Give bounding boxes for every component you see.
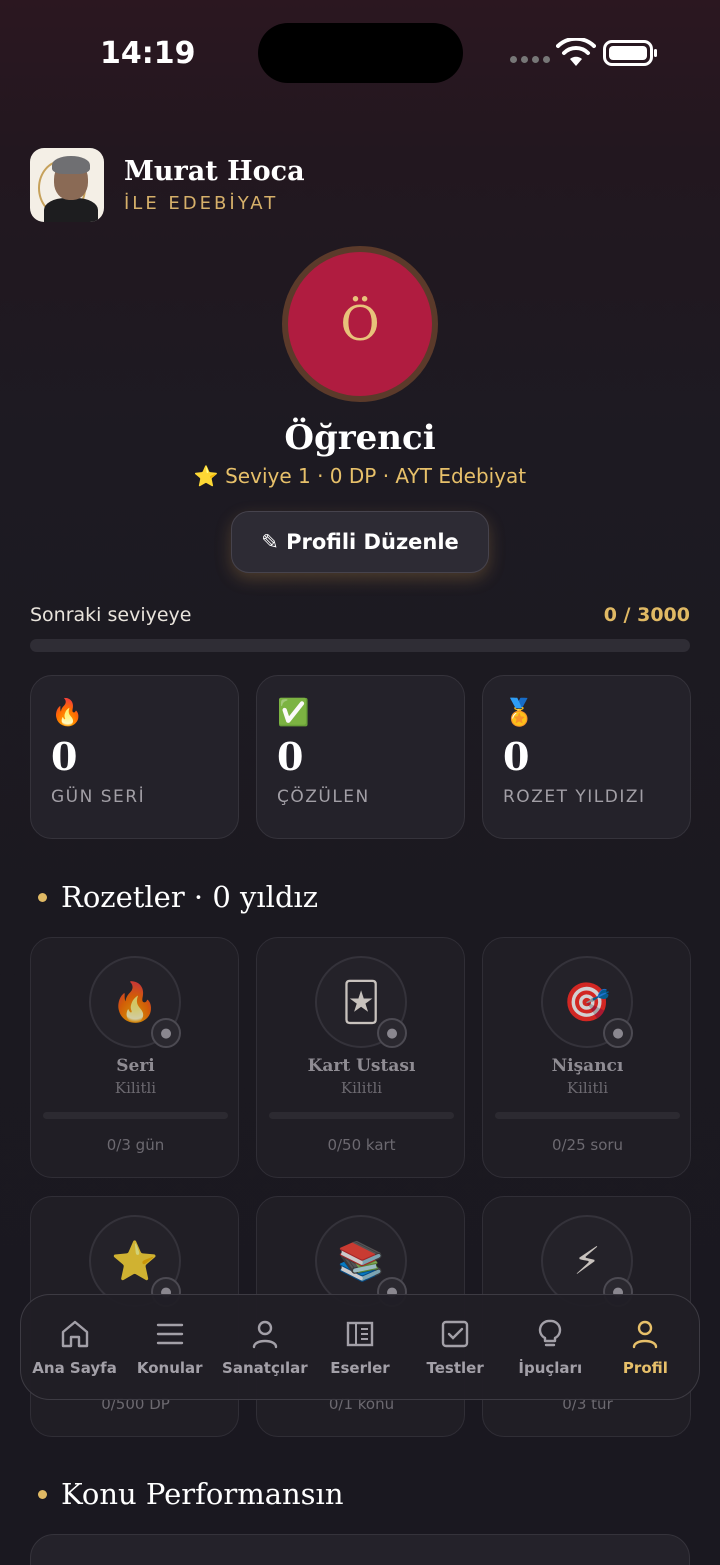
progress-value: 0 / 3000 — [603, 604, 690, 626]
checkbox-icon — [441, 1320, 469, 1348]
teacher-avatar — [30, 148, 104, 222]
badge-card[interactable]: 🃏 ● Kart Ustası Kilitli 0/50 kart — [256, 937, 465, 1178]
topic-performance-card[interactable] — [30, 1534, 690, 1565]
app-title: Murat Hoca — [124, 156, 305, 187]
badge-state: Kilitli — [114, 1079, 157, 1097]
status-bar: 14:19 — [0, 0, 720, 100]
home-icon — [61, 1320, 88, 1348]
profile-name: Öğrenci — [284, 418, 436, 458]
signal-icon — [510, 56, 550, 63]
badge-progress: 0/50 kart — [327, 1136, 396, 1154]
profile-icon — [633, 1320, 658, 1349]
book-icon — [346, 1321, 374, 1347]
stat-card-badge-stars: 🏅 0 ROZET YILDIZI — [482, 675, 691, 839]
stat-value: 0 — [51, 734, 78, 779]
lock-icon: ● — [151, 1018, 181, 1048]
badge-state: Kilitli — [340, 1079, 383, 1097]
bullet-dot — [38, 892, 47, 902]
wifi-icon — [556, 38, 596, 66]
nav-item-tests[interactable]: Testler — [408, 1317, 502, 1377]
nav-label: Eserler — [330, 1359, 390, 1377]
stat-card-streak: 🔥 0 GÜN SERİ — [30, 675, 239, 839]
badge-card[interactable]: 🔥 ● Seri Kilitli 0/3 gün — [30, 937, 239, 1178]
nav-label: Sanatçılar — [222, 1359, 308, 1377]
badge-progress-bar — [269, 1112, 454, 1119]
nav-label: Profil — [622, 1359, 668, 1377]
bottom-nav: Ana Sayfa Konular Sanatçılar Eserler Tes… — [20, 1294, 700, 1400]
stat-card-solved: ✅ 0 ÇÖZÜLEN — [256, 675, 465, 839]
performance-section-title: Konu Performansın — [38, 1477, 344, 1511]
badge-name: Seri — [116, 1056, 155, 1076]
nav-item-home[interactable]: Ana Sayfa — [28, 1317, 122, 1377]
nav-item-profile[interactable]: Profil — [598, 1317, 692, 1377]
progress-label: Sonraki seviyeye — [30, 604, 192, 626]
nav-label: Ana Sayfa — [32, 1359, 117, 1377]
medal-icon: 🏅 — [503, 698, 536, 728]
badge-progress-bar — [495, 1112, 680, 1119]
nav-label: Testler — [426, 1359, 484, 1377]
nav-item-topics[interactable]: Konular — [123, 1317, 217, 1377]
nav-item-works[interactable]: Eserler — [313, 1317, 407, 1377]
nav-label: İpuçları — [518, 1359, 583, 1377]
profile-avatar[interactable]: Ö — [282, 246, 438, 402]
stat-value: 0 — [503, 734, 530, 779]
fire-icon: 🔥 — [51, 698, 84, 728]
lock-icon: ● — [603, 1018, 633, 1048]
badge-progress-bar — [43, 1112, 228, 1119]
nav-item-tips[interactable]: İpuçları — [503, 1317, 597, 1377]
badge-progress: 0/25 soru — [551, 1136, 624, 1154]
status-time: 14:19 — [100, 36, 196, 71]
person-icon — [252, 1320, 278, 1349]
checkmark-icon: ✅ — [277, 698, 310, 728]
level-progress-bar — [30, 639, 690, 652]
badge-card[interactable]: 🎯 ● Nişancı Kilitli 0/25 soru — [482, 937, 691, 1178]
dynamic-island — [258, 23, 463, 83]
nav-label: Konular — [136, 1359, 203, 1377]
edit-profile-button[interactable]: ✎ Profili Düzenle — [231, 511, 489, 573]
badge-progress: 0/3 gün — [106, 1136, 165, 1154]
list-icon — [156, 1323, 183, 1345]
battery-icon — [603, 40, 657, 66]
nav-item-artists[interactable]: Sanatçılar — [218, 1317, 312, 1377]
stat-label: ROZET YILDIZI — [503, 787, 646, 807]
lock-icon: ● — [377, 1018, 407, 1048]
stat-label: GÜN SERİ — [51, 787, 146, 807]
app-brand: Murat Hoca İLE EDEBİYAT — [30, 148, 305, 222]
badge-state: Kilitli — [566, 1079, 609, 1097]
avatar-initial: Ö — [340, 296, 380, 352]
app-subtitle: İLE EDEBİYAT — [124, 193, 279, 214]
badge-name: Kart Ustası — [307, 1056, 416, 1076]
stat-value: 0 — [277, 734, 304, 779]
bullet-dot — [38, 1489, 47, 1499]
badge-name: Nişancı — [551, 1056, 624, 1076]
lightbulb-icon — [539, 1319, 562, 1347]
stat-label: ÇÖZÜLEN — [277, 787, 370, 807]
badges-section-title: Rozetler · 0 yıldız — [38, 880, 318, 914]
profile-meta: ⭐ Seviye 1 · 0 DP · AYT Edebiyat — [193, 464, 527, 488]
